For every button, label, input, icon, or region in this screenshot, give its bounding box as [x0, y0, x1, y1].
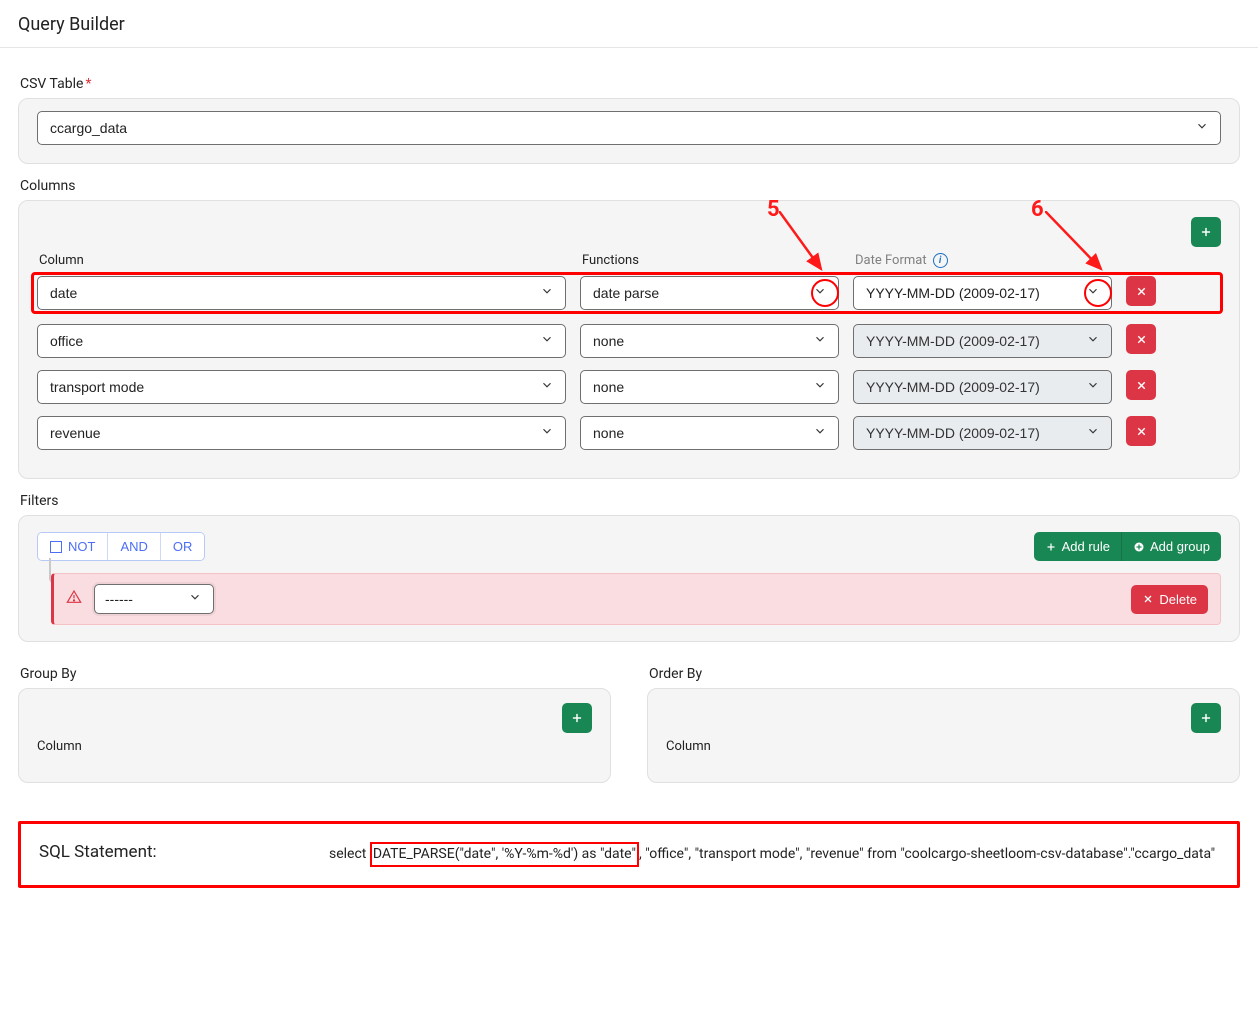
order-by-column-header: Column	[666, 739, 1221, 754]
delete-rule-button[interactable]: Delete	[1131, 585, 1208, 614]
order-by-panel: Column	[647, 688, 1240, 783]
page-title: Query Builder	[0, 0, 1258, 48]
sql-pre: select	[329, 846, 370, 862]
column-select[interactable]: revenue	[37, 416, 566, 450]
sql-statement-panel: SQL Statement: select DATE_PARSE("date",…	[18, 821, 1240, 888]
column-select[interactable]: date	[37, 276, 566, 310]
remove-column-button[interactable]	[1126, 416, 1156, 446]
warning-icon	[66, 589, 82, 609]
filters-panel: NOT AND OR Add rule Add group ------	[18, 515, 1240, 642]
add-order-by-button[interactable]	[1191, 703, 1221, 733]
add-column-button[interactable]	[1191, 217, 1221, 247]
add-rule-button[interactable]: Add rule	[1034, 532, 1121, 561]
column-select[interactable]: transport mode	[37, 370, 566, 404]
filter-operators: NOT AND OR	[37, 532, 205, 561]
sql-statement-text: select DATE_PARSE("date", '%Y-%m-%d') as…	[329, 842, 1219, 867]
column-row: date date parse YYYY-MM-DD (2009-02-17)	[33, 274, 1221, 312]
columns-header-date-format: Date Format	[855, 253, 927, 268]
add-rule-label: Add rule	[1062, 539, 1110, 554]
date-format-select: YYYY-MM-DD (2009-02-17)	[853, 416, 1112, 450]
filter-rule-row: ------ Delete	[51, 573, 1221, 625]
filters-label: Filters	[20, 493, 1240, 509]
group-by-column-header: Column	[37, 739, 592, 754]
date-format-select: YYYY-MM-DD (2009-02-17)	[853, 324, 1112, 358]
delete-label: Delete	[1159, 592, 1197, 607]
sql-statement-label: SQL Statement:	[39, 842, 319, 862]
columns-panel: 5 6 Column Functions Date Format i	[18, 200, 1240, 479]
function-select[interactable]: none	[580, 416, 839, 450]
csv-table-panel: ccargo_data	[18, 98, 1240, 164]
filter-rule-select[interactable]: ------	[94, 584, 214, 614]
add-group-button[interactable]: Add group	[1121, 532, 1221, 561]
group-by-label: Group By	[20, 666, 611, 682]
column-select[interactable]: office	[37, 324, 566, 358]
checkbox-icon	[50, 541, 62, 553]
filter-not-label: NOT	[68, 539, 95, 554]
filter-not-button[interactable]: NOT	[38, 533, 108, 560]
column-row: office none YYYY-MM-DD (2009-02-17)	[37, 324, 1221, 358]
date-format-select[interactable]: YYYY-MM-DD (2009-02-17)	[853, 276, 1112, 310]
filter-and-button[interactable]: AND	[108, 533, 160, 560]
remove-column-button[interactable]	[1126, 370, 1156, 400]
order-by-label: Order By	[649, 666, 1240, 682]
date-format-select: YYYY-MM-DD (2009-02-17)	[853, 370, 1112, 404]
filter-or-button[interactable]: OR	[161, 533, 205, 560]
group-by-panel: Column	[18, 688, 611, 783]
function-select[interactable]: none	[580, 370, 839, 404]
csv-table-label-text: CSV Table	[20, 76, 83, 92]
remove-column-button[interactable]	[1126, 276, 1156, 306]
csv-table-select[interactable]: ccargo_data	[37, 111, 1221, 145]
columns-header-column: Column	[39, 253, 568, 268]
column-row: revenue none YYYY-MM-DD (2009-02-17)	[37, 416, 1221, 450]
required-asterisk: *	[85, 76, 91, 92]
sql-highlighted: DATE_PARSE("date", '%Y-%m-%d') as "date"	[370, 842, 639, 867]
function-select[interactable]: none	[580, 324, 839, 358]
csv-table-label: CSV Table*	[20, 76, 1240, 92]
info-icon[interactable]: i	[933, 253, 948, 268]
remove-column-button[interactable]	[1126, 324, 1156, 354]
columns-label: Columns	[20, 178, 1240, 194]
column-row: transport mode none YYYY-MM-DD (2009-02-…	[37, 370, 1221, 404]
add-group-label: Add group	[1150, 539, 1210, 554]
sql-post: , "office", "transport mode", "revenue" …	[639, 846, 1215, 862]
function-select[interactable]: date parse	[580, 276, 839, 310]
add-group-by-button[interactable]	[562, 703, 592, 733]
columns-header-functions: Functions	[582, 253, 841, 268]
